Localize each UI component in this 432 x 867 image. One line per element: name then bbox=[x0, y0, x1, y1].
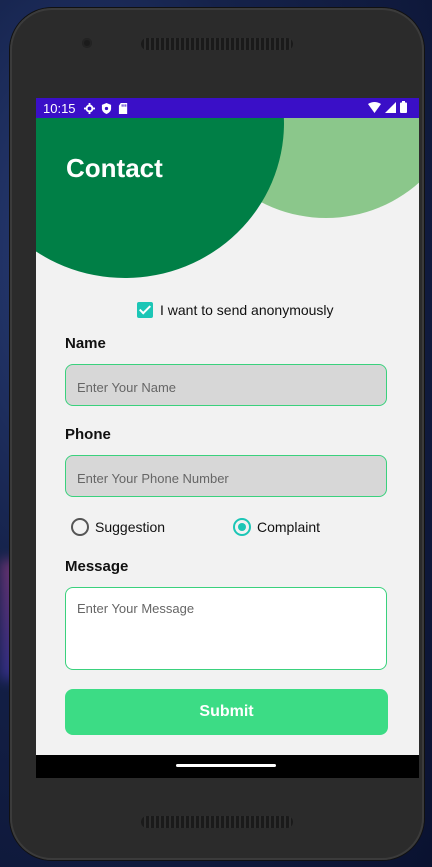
complaint-label: Complaint bbox=[257, 519, 321, 535]
radio-complaint[interactable]: Complaint bbox=[233, 518, 320, 536]
shield-icon bbox=[101, 102, 111, 114]
name-input[interactable]: Enter Your Name bbox=[65, 364, 387, 406]
signal-icon bbox=[385, 101, 396, 113]
top-speaker bbox=[141, 38, 293, 50]
suggestion-label: Suggestion bbox=[95, 519, 166, 535]
app-screen: 10:15 Contact I want to send anonymously… bbox=[36, 98, 419, 778]
name-placeholder: Enter Your Name bbox=[77, 380, 177, 395]
phone-placeholder: Enter Your Phone Number bbox=[77, 471, 229, 486]
radio-suggestion[interactable]: Suggestion bbox=[71, 518, 165, 536]
header-decoration-dark bbox=[36, 98, 284, 278]
status-time: 10:15 bbox=[43, 100, 76, 116]
message-label: Message bbox=[65, 558, 129, 575]
navigation-bar bbox=[36, 755, 419, 778]
sd-card-icon bbox=[118, 102, 127, 114]
gear-icon bbox=[83, 102, 95, 114]
status-bar: 10:15 bbox=[36, 98, 419, 118]
anonymous-option[interactable]: I want to send anonymously bbox=[137, 302, 334, 318]
wifi-icon bbox=[368, 101, 381, 113]
anonymous-checkbox[interactable] bbox=[137, 302, 153, 318]
anonymous-label: I want to send anonymously bbox=[160, 302, 334, 318]
home-gesture-handle[interactable] bbox=[176, 764, 276, 767]
front-camera bbox=[82, 38, 92, 48]
complaint-radio-button[interactable] bbox=[233, 518, 251, 536]
phone-label: Phone bbox=[65, 426, 111, 443]
message-placeholder: Enter Your Message bbox=[77, 601, 195, 616]
phone-frame: 10:15 Contact I want to send anonymously… bbox=[10, 8, 424, 860]
phone-input[interactable]: Enter Your Phone Number bbox=[65, 455, 387, 497]
submit-button[interactable]: Submit bbox=[65, 689, 388, 735]
name-label: Name bbox=[65, 335, 106, 352]
bottom-speaker bbox=[141, 816, 293, 828]
suggestion-radio-button[interactable] bbox=[71, 518, 89, 536]
battery-icon bbox=[400, 101, 407, 113]
message-input[interactable]: Enter Your Message bbox=[65, 587, 387, 670]
page-title: Contact bbox=[66, 153, 163, 183]
